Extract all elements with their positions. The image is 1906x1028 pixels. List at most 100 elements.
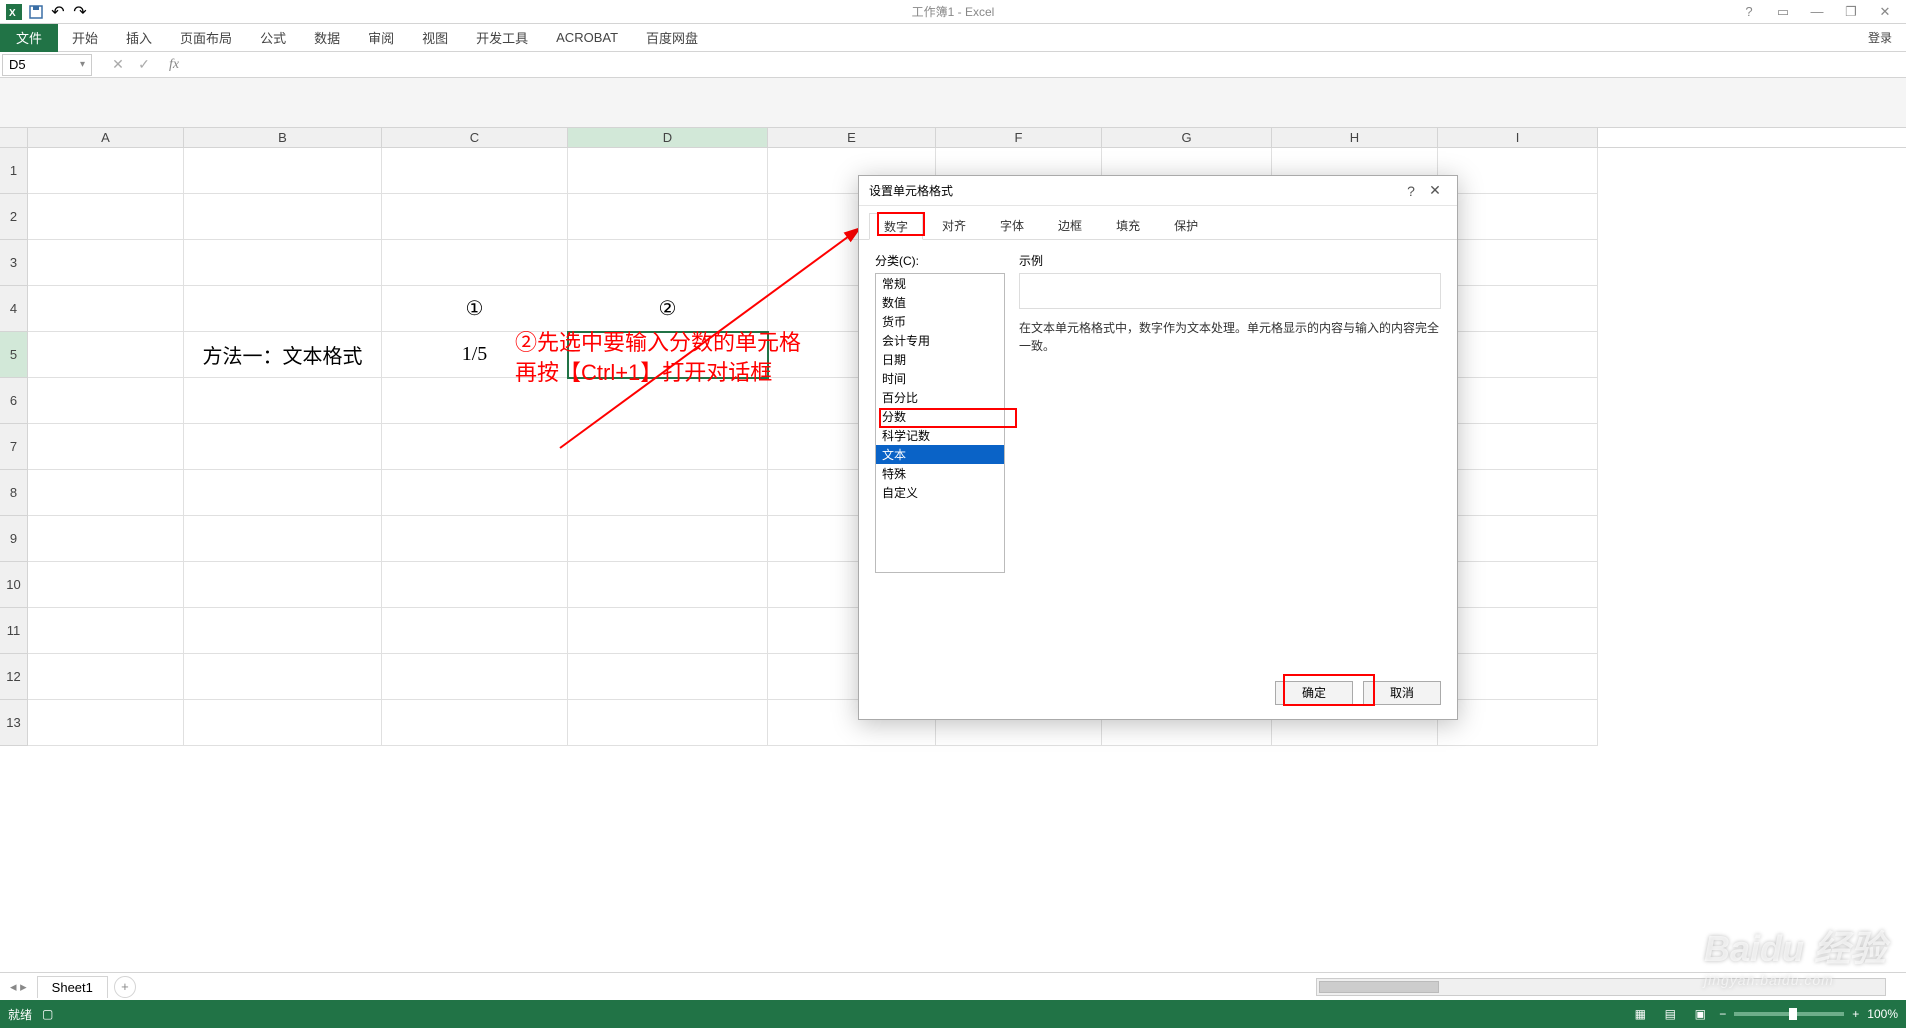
cell-I6[interactable] <box>1438 378 1598 424</box>
dialog-cancel-button[interactable]: 取消 <box>1363 681 1441 705</box>
excel-icon[interactable]: X <box>4 2 24 22</box>
ribbon-tab-formulas[interactable]: 公式 <box>246 24 300 52</box>
row-header-12[interactable]: 12 <box>0 654 28 700</box>
column-header-F[interactable]: F <box>936 128 1102 147</box>
cell-I11[interactable] <box>1438 608 1598 654</box>
cell-B7[interactable] <box>184 424 382 470</box>
horizontal-scrollbar[interactable] <box>1316 978 1886 996</box>
column-header-B[interactable]: B <box>184 128 382 147</box>
category-item-0[interactable]: 常规 <box>876 274 1004 293</box>
redo-icon[interactable]: ↷ <box>70 2 90 22</box>
cell-C9[interactable] <box>382 516 568 562</box>
cell-D12[interactable] <box>568 654 768 700</box>
row-header-4[interactable]: 4 <box>0 286 28 332</box>
cell-A10[interactable] <box>28 562 184 608</box>
cell-B10[interactable] <box>184 562 382 608</box>
cell-C8[interactable] <box>382 470 568 516</box>
dialog-ok-button[interactable]: 确定 <box>1275 681 1353 705</box>
category-item-6[interactable]: 百分比 <box>876 388 1004 407</box>
row-header-13[interactable]: 13 <box>0 700 28 746</box>
row-header-10[interactable]: 10 <box>0 562 28 608</box>
cell-C11[interactable] <box>382 608 568 654</box>
cell-C12[interactable] <box>382 654 568 700</box>
formula-cancel-icon[interactable]: ✕ <box>106 54 130 76</box>
ribbon-tab-home[interactable]: 开始 <box>58 24 112 52</box>
dialog-close-button[interactable]: ✕ <box>1423 182 1447 199</box>
cell-B3[interactable] <box>184 240 382 286</box>
column-header-H[interactable]: H <box>1272 128 1438 147</box>
column-header-A[interactable]: A <box>28 128 184 147</box>
ribbon-tab-baidu[interactable]: 百度网盘 <box>632 24 712 52</box>
cell-A11[interactable] <box>28 608 184 654</box>
category-item-11[interactable]: 自定义 <box>876 483 1004 502</box>
dialog-tab-align[interactable]: 对齐 <box>927 212 981 239</box>
cell-B4[interactable] <box>184 286 382 332</box>
category-item-9[interactable]: 文本 <box>876 445 1004 464</box>
formula-confirm-icon[interactable]: ✓ <box>132 54 156 76</box>
cell-C4[interactable]: ① <box>382 286 568 332</box>
macro-record-icon[interactable]: ▢ <box>42 1007 53 1021</box>
ribbon-tab-developer[interactable]: 开发工具 <box>462 24 542 52</box>
ribbon-tab-data[interactable]: 数据 <box>300 24 354 52</box>
cell-I5[interactable] <box>1438 332 1598 378</box>
file-tab[interactable]: 文件 <box>0 24 58 52</box>
ribbon-tab-review[interactable]: 审阅 <box>354 24 408 52</box>
cell-A2[interactable] <box>28 194 184 240</box>
column-header-D[interactable]: D <box>568 128 768 147</box>
cell-A9[interactable] <box>28 516 184 562</box>
row-header-5[interactable]: 5 <box>0 332 28 378</box>
cell-A7[interactable] <box>28 424 184 470</box>
dialog-tab-number[interactable]: 数字 <box>869 213 923 240</box>
cell-D7[interactable] <box>568 424 768 470</box>
cell-B1[interactable] <box>184 148 382 194</box>
cell-D1[interactable] <box>568 148 768 194</box>
cell-I7[interactable] <box>1438 424 1598 470</box>
category-item-1[interactable]: 数值 <box>876 293 1004 312</box>
cell-A6[interactable] <box>28 378 184 424</box>
ribbon-options-button[interactable]: ▭ <box>1770 3 1796 21</box>
ribbon-tab-view[interactable]: 视图 <box>408 24 462 52</box>
fx-icon[interactable]: fx <box>162 54 186 76</box>
help-button[interactable]: ? <box>1736 3 1762 21</box>
cell-D3[interactable] <box>568 240 768 286</box>
cell-C1[interactable] <box>382 148 568 194</box>
cell-B8[interactable] <box>184 470 382 516</box>
undo-icon[interactable]: ↶ <box>48 2 68 22</box>
login-link[interactable]: 登录 <box>1868 29 1906 46</box>
row-header-1[interactable]: 1 <box>0 148 28 194</box>
category-item-5[interactable]: 时间 <box>876 369 1004 388</box>
view-pagebreak-icon[interactable]: ▣ <box>1689 1005 1711 1023</box>
cell-I10[interactable] <box>1438 562 1598 608</box>
zoom-thumb[interactable] <box>1789 1008 1797 1020</box>
cell-B12[interactable] <box>184 654 382 700</box>
cell-D13[interactable] <box>568 700 768 746</box>
cell-D10[interactable] <box>568 562 768 608</box>
cell-D4[interactable]: ② <box>568 286 768 332</box>
zoom-slider[interactable] <box>1734 1012 1844 1016</box>
category-item-3[interactable]: 会计专用 <box>876 331 1004 350</box>
cell-A3[interactable] <box>28 240 184 286</box>
dialog-tab-border[interactable]: 边框 <box>1043 212 1097 239</box>
cell-C3[interactable] <box>382 240 568 286</box>
cell-B9[interactable] <box>184 516 382 562</box>
view-layout-icon[interactable]: ▤ <box>1659 1005 1681 1023</box>
cell-B13[interactable] <box>184 700 382 746</box>
zoom-in-icon[interactable]: + <box>1852 1007 1859 1021</box>
category-item-8[interactable]: 科学记数 <box>876 426 1004 445</box>
cell-I2[interactable] <box>1438 194 1598 240</box>
category-item-10[interactable]: 特殊 <box>876 464 1004 483</box>
restore-button[interactable]: ❐ <box>1838 3 1864 21</box>
cell-A1[interactable] <box>28 148 184 194</box>
cell-D2[interactable] <box>568 194 768 240</box>
cell-A8[interactable] <box>28 470 184 516</box>
column-header-G[interactable]: G <box>1102 128 1272 147</box>
dialog-help-button[interactable]: ? <box>1399 183 1423 199</box>
cell-C10[interactable] <box>382 562 568 608</box>
select-all-corner[interactable] <box>0 128 28 147</box>
cell-B5[interactable]: 方法一：文本格式 <box>184 332 382 378</box>
column-header-I[interactable]: I <box>1438 128 1598 147</box>
row-header-6[interactable]: 6 <box>0 378 28 424</box>
category-item-7[interactable]: 分数 <box>876 407 1004 426</box>
row-header-2[interactable]: 2 <box>0 194 28 240</box>
cell-I4[interactable] <box>1438 286 1598 332</box>
